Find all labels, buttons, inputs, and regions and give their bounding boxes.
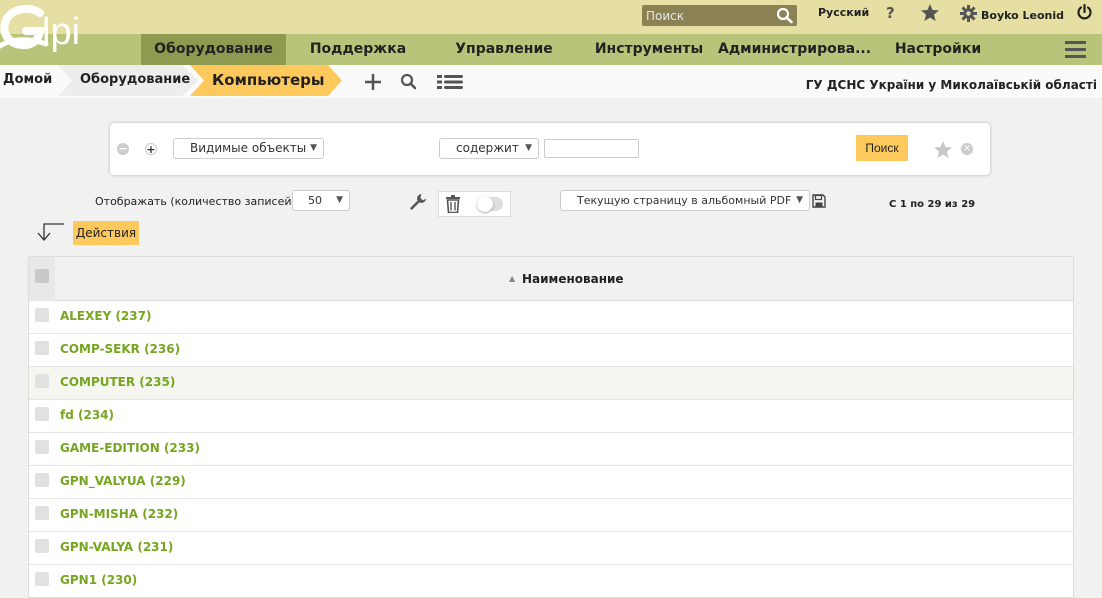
table-row: GPN_VALYUA (229) [29, 466, 1073, 499]
user-profile-link[interactable]: Boyko Leonid [981, 9, 1064, 22]
select-all-checkbox[interactable] [35, 269, 49, 283]
computer-link[interactable]: GPN_VALYUA (229) [60, 474, 186, 488]
search-icon[interactable] [776, 7, 794, 24]
table-row: COMPUTER (235) [29, 367, 1073, 400]
table-row: GPN1 (230) [29, 565, 1073, 597]
search-criteria-panel: − + Видимые объекты ▼ содержит ▼ Поиск ✕ [110, 123, 990, 175]
bookmark-star-icon[interactable] [920, 3, 940, 25]
trash-icon[interactable] [445, 195, 461, 216]
help-icon[interactable]: ? [886, 4, 895, 22]
table-body: ALEXEY (237) COMP-SEKR (236) COMPUTER (2… [29, 301, 1073, 597]
menu-setup[interactable]: Настройки [887, 34, 989, 65]
criterion-field-value: Видимые объекты [190, 141, 307, 155]
list-view-icon[interactable] [437, 75, 463, 92]
table-row: GPN-VALYA (231) [29, 532, 1073, 565]
computer-link[interactable]: COMP-SEKR (236) [60, 342, 180, 356]
glpi-logo[interactable]: lpi [0, 0, 130, 66]
table-row: fd (234) [29, 400, 1073, 433]
save-search-star-icon[interactable] [933, 140, 953, 162]
add-icon[interactable] [364, 73, 382, 94]
display-count-select[interactable]: 50 ▼ [292, 190, 350, 211]
breadcrumb-home[interactable]: Домой [0, 65, 60, 96]
menu-administration[interactable]: Администрирова... [718, 34, 871, 65]
row-checkbox[interactable] [35, 374, 49, 388]
chevron-down-icon: ▼ [796, 195, 803, 205]
export-format-value: Текущую страницу в альбомный PDF [577, 194, 792, 207]
criterion-value-input[interactable] [544, 139, 639, 158]
criterion-field-select[interactable]: Видимые объекты ▼ [173, 138, 324, 159]
deleted-items-toggle[interactable] [477, 196, 503, 212]
computer-link[interactable]: GAME-EDITION (233) [60, 441, 200, 455]
computer-link[interactable]: COMPUTER (235) [60, 375, 175, 389]
row-checkbox[interactable] [35, 440, 49, 454]
language-selector[interactable]: Русский [818, 6, 869, 19]
table-row: GPN-MISHA (232) [29, 499, 1073, 532]
table-row: GAME-EDITION (233) [29, 433, 1073, 466]
menu-assets[interactable]: Оборудование [141, 34, 286, 65]
gear-icon[interactable] [960, 5, 977, 25]
computer-link[interactable]: GPN1 (230) [60, 573, 137, 587]
chevron-down-icon: ▼ [336, 195, 343, 205]
active-entity[interactable]: ГУ ДСНС України у Миколаївській області [806, 78, 1097, 92]
export-format-select[interactable]: Текущую страницу в альбомный PDF ▼ [560, 190, 810, 211]
computer-link[interactable]: GPN-VALYA (231) [60, 540, 173, 554]
criterion-condition-value: содержит [456, 141, 519, 155]
menu-management[interactable]: Управление [445, 34, 563, 65]
breadcrumb-assets[interactable]: Оборудование [58, 65, 198, 96]
table-row: ALEXEY (237) [29, 301, 1073, 334]
column-header-name[interactable]: Наименование [522, 272, 624, 286]
chevron-down-icon: ▼ [525, 143, 532, 153]
table-header: ▲ Наименование [29, 257, 1073, 301]
remove-criterion-icon[interactable]: − [117, 143, 129, 155]
save-export-icon[interactable] [812, 194, 826, 211]
row-checkbox[interactable] [35, 572, 49, 586]
search-icon[interactable] [400, 73, 417, 93]
computer-link[interactable]: fd (234) [60, 408, 114, 422]
row-checkbox[interactable] [35, 308, 49, 322]
row-checkbox[interactable] [35, 539, 49, 553]
wrench-icon[interactable] [408, 192, 428, 215]
display-count-value: 50 [308, 194, 322, 207]
chevron-down-icon: ▼ [310, 143, 317, 153]
main-menu: Оборудование Поддержка Управление Инстру… [0, 34, 1102, 65]
breadcrumb-computers[interactable]: Компьютеры [190, 65, 342, 96]
row-checkbox[interactable] [35, 341, 49, 355]
hamburger-menu-icon[interactable] [1065, 41, 1086, 58]
criterion-condition-select[interactable]: содержит ▼ [439, 138, 539, 159]
logout-power-icon[interactable] [1076, 3, 1093, 24]
table-row: COMP-SEKR (236) [29, 334, 1073, 367]
computer-link[interactable]: GPN-MISHA (232) [60, 507, 178, 521]
row-checkbox[interactable] [35, 473, 49, 487]
global-search [642, 5, 797, 26]
search-button[interactable]: Поиск [856, 135, 908, 161]
corner-arrow-icon [35, 222, 65, 245]
global-search-input[interactable] [644, 7, 772, 24]
computer-link[interactable]: ALEXEY (237) [60, 309, 151, 323]
top-bar: Русский ? Boyko Leonid [0, 0, 1102, 34]
row-checkbox[interactable] [35, 506, 49, 520]
sort-asc-icon: ▲ [509, 274, 516, 283]
pagination-info: С 1 по 29 из 29 [889, 199, 976, 210]
add-criterion-icon[interactable]: + [145, 143, 157, 156]
actions-button[interactable]: Действия [73, 221, 139, 245]
computers-table: ▲ Наименование ALEXEY (237) COMP-SEKR (2… [28, 256, 1074, 598]
menu-assistance[interactable]: Поддержка [300, 34, 416, 65]
svg-text:lpi: lpi [42, 11, 80, 53]
list-tools [438, 191, 511, 217]
menu-tools[interactable]: Инструменты [590, 34, 708, 65]
row-checkbox[interactable] [35, 407, 49, 421]
display-count-label: Отображать (количество записей) [95, 195, 296, 208]
reset-search-icon[interactable]: ✕ [961, 143, 973, 155]
